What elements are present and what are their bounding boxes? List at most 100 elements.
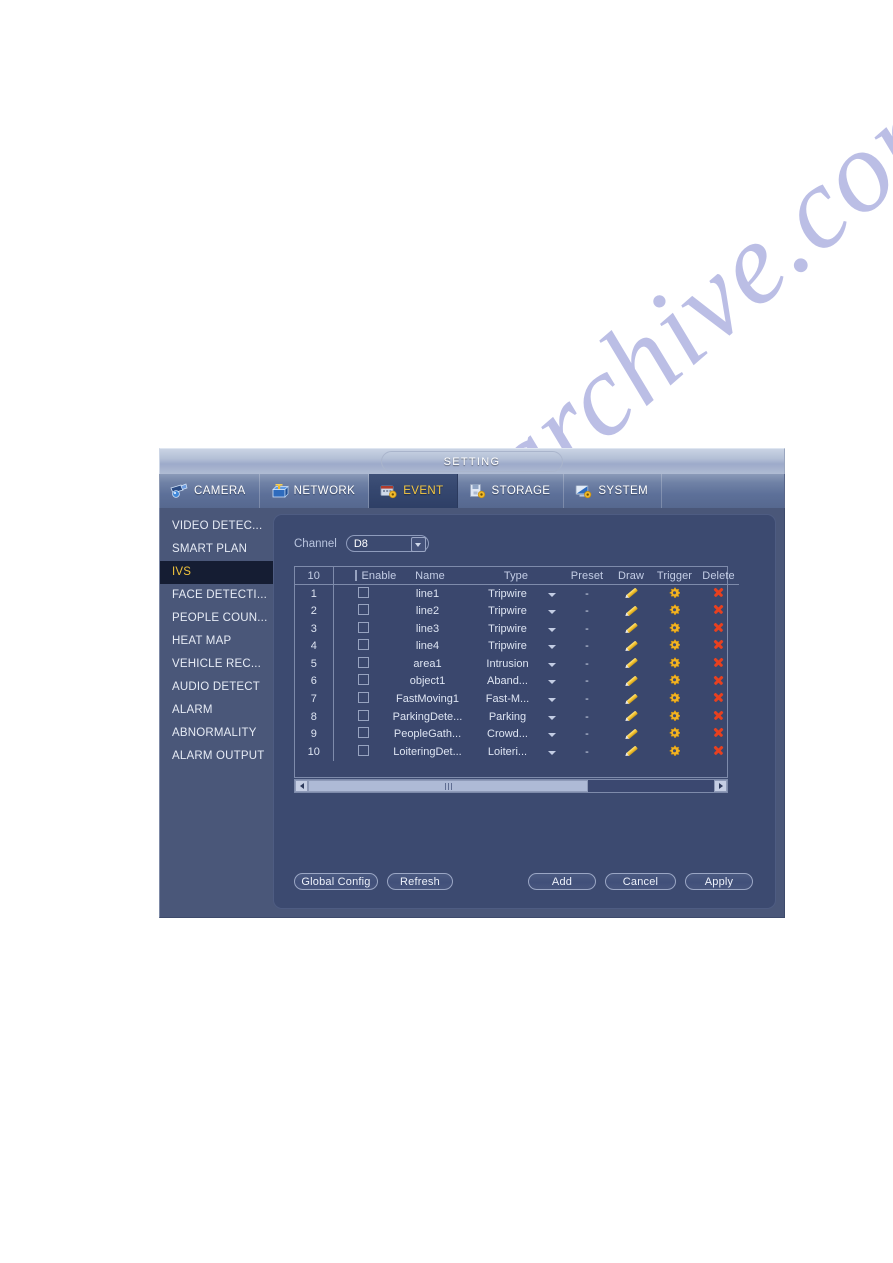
- close-icon[interactable]: [713, 710, 724, 721]
- scroll-left-button[interactable]: [295, 780, 308, 792]
- cell-type-dropdown[interactable]: [541, 726, 563, 744]
- apply-button[interactable]: Apply: [685, 873, 753, 890]
- channel-select[interactable]: D8: [345, 535, 429, 552]
- pencil-icon[interactable]: [625, 604, 638, 617]
- pencil-icon[interactable]: [625, 744, 638, 757]
- sidebar-item-vehicle-recognition[interactable]: VEHICLE REC...: [160, 653, 273, 676]
- gear-icon[interactable]: [669, 727, 680, 739]
- cell-type-dropdown[interactable]: [541, 603, 563, 621]
- cell-trigger[interactable]: [651, 726, 698, 744]
- table-row[interactable]: 10 LoiteringDet... Loiteri... -: [295, 743, 739, 761]
- sidebar-item-alarm[interactable]: ALARM: [160, 699, 273, 722]
- gear-icon[interactable]: [669, 745, 680, 756]
- chevron-down-icon[interactable]: [548, 645, 556, 650]
- cell-delete[interactable]: [698, 655, 739, 673]
- cell-delete[interactable]: [698, 726, 739, 744]
- select-all-checkbox[interactable]: [354, 570, 357, 581]
- table-row[interactable]: 6 object1 Aband... -: [295, 673, 739, 691]
- cell-draw[interactable]: [611, 655, 651, 673]
- cell-draw[interactable]: [611, 603, 651, 621]
- sidebar-item-people-counting[interactable]: PEOPLE COUN...: [160, 607, 273, 630]
- cell-delete[interactable]: [698, 620, 739, 638]
- pencil-icon[interactable]: [625, 586, 638, 599]
- chevron-down-icon[interactable]: [548, 610, 556, 615]
- close-icon[interactable]: [713, 639, 724, 650]
- scroll-right-button[interactable]: [714, 780, 727, 792]
- cell-delete[interactable]: [698, 708, 739, 726]
- cell-trigger[interactable]: [651, 743, 698, 761]
- row-enable-checkbox[interactable]: [358, 604, 370, 616]
- chevron-down-icon[interactable]: [410, 537, 426, 552]
- gear-icon[interactable]: [669, 604, 680, 616]
- cell-draw[interactable]: [611, 726, 651, 744]
- cancel-button[interactable]: Cancel: [605, 873, 676, 890]
- row-enable-checkbox[interactable]: [358, 639, 370, 651]
- scrollbar-thumb[interactable]: [308, 780, 589, 792]
- sidebar-item-face-detection[interactable]: FACE DETECTI...: [160, 584, 273, 607]
- pencil-icon[interactable]: [625, 709, 638, 722]
- cell-delete[interactable]: [698, 603, 739, 621]
- row-enable-checkbox[interactable]: [358, 586, 370, 598]
- gear-icon[interactable]: [669, 639, 680, 651]
- cell-type-dropdown[interactable]: [541, 620, 563, 638]
- tab-camera[interactable]: CAMERA: [160, 474, 260, 508]
- sidebar-item-abnormality[interactable]: ABNORMALITY: [160, 722, 273, 745]
- sidebar-item-smart-plan[interactable]: SMART PLAN: [160, 538, 273, 561]
- row-enable-checkbox[interactable]: [358, 744, 370, 756]
- cell-draw[interactable]: [611, 708, 651, 726]
- pencil-icon[interactable]: [625, 674, 638, 687]
- gear-icon[interactable]: [669, 587, 680, 598]
- table-row[interactable]: 9 PeopleGath... Crowd... -: [295, 726, 739, 744]
- pencil-icon[interactable]: [625, 639, 638, 652]
- table-row[interactable]: 3 line3 Tripwire -: [295, 620, 739, 638]
- cell-type-dropdown[interactable]: [541, 691, 563, 709]
- chevron-down-icon[interactable]: [548, 680, 556, 685]
- cell-draw[interactable]: [611, 620, 651, 638]
- cell-type-dropdown[interactable]: [541, 743, 563, 761]
- cell-trigger[interactable]: [651, 691, 698, 709]
- sidebar-item-ivs[interactable]: IVS: [160, 561, 273, 584]
- sidebar-item-alarm-output[interactable]: ALARM OUTPUT: [160, 745, 273, 768]
- table-row[interactable]: 7 FastMoving1 Fast-M... -: [295, 691, 739, 709]
- cell-draw[interactable]: [611, 691, 651, 709]
- pencil-icon[interactable]: [625, 656, 638, 669]
- close-icon[interactable]: [713, 604, 724, 615]
- cell-delete[interactable]: [698, 638, 739, 656]
- cell-type-dropdown[interactable]: [541, 585, 563, 603]
- close-icon[interactable]: [713, 727, 724, 738]
- cell-type-dropdown[interactable]: [541, 708, 563, 726]
- sidebar-item-video-detect[interactable]: VIDEO DETEC...: [160, 515, 273, 538]
- cell-trigger[interactable]: [651, 585, 698, 603]
- cell-delete[interactable]: [698, 691, 739, 709]
- gear-icon[interactable]: [669, 622, 680, 633]
- sidebar-item-audio-detect[interactable]: AUDIO DETECT: [160, 676, 273, 699]
- close-icon[interactable]: [713, 587, 724, 598]
- row-enable-checkbox[interactable]: [358, 656, 370, 668]
- cell-trigger[interactable]: [651, 603, 698, 621]
- chevron-down-icon[interactable]: [548, 592, 556, 597]
- close-icon[interactable]: [713, 692, 724, 703]
- cell-draw[interactable]: [611, 585, 651, 603]
- cell-trigger[interactable]: [651, 620, 698, 638]
- chevron-down-icon[interactable]: [548, 733, 556, 738]
- cell-trigger[interactable]: [651, 673, 698, 691]
- close-icon[interactable]: [713, 674, 724, 685]
- cell-trigger[interactable]: [651, 638, 698, 656]
- table-row[interactable]: 4 line4 Tripwire -: [295, 638, 739, 656]
- chevron-down-icon[interactable]: [548, 662, 556, 667]
- tab-event[interactable]: EVENT: [369, 474, 458, 508]
- cell-trigger[interactable]: [651, 655, 698, 673]
- scrollbar-track[interactable]: [308, 780, 714, 792]
- close-icon[interactable]: [713, 622, 724, 633]
- chevron-down-icon[interactable]: [548, 698, 556, 703]
- cell-type-dropdown[interactable]: [541, 673, 563, 691]
- cell-delete[interactable]: [698, 585, 739, 603]
- close-icon[interactable]: [713, 745, 724, 756]
- pencil-icon[interactable]: [625, 692, 638, 705]
- table-row[interactable]: 2 line2 Tripwire -: [295, 603, 739, 621]
- tab-system[interactable]: SYSTEM: [564, 474, 663, 508]
- table-row[interactable]: 8 ParkingDete... Parking -: [295, 708, 739, 726]
- table-row[interactable]: 5 area1 Intrusion -: [295, 655, 739, 673]
- row-enable-checkbox[interactable]: [358, 621, 370, 633]
- row-enable-checkbox[interactable]: [358, 692, 370, 704]
